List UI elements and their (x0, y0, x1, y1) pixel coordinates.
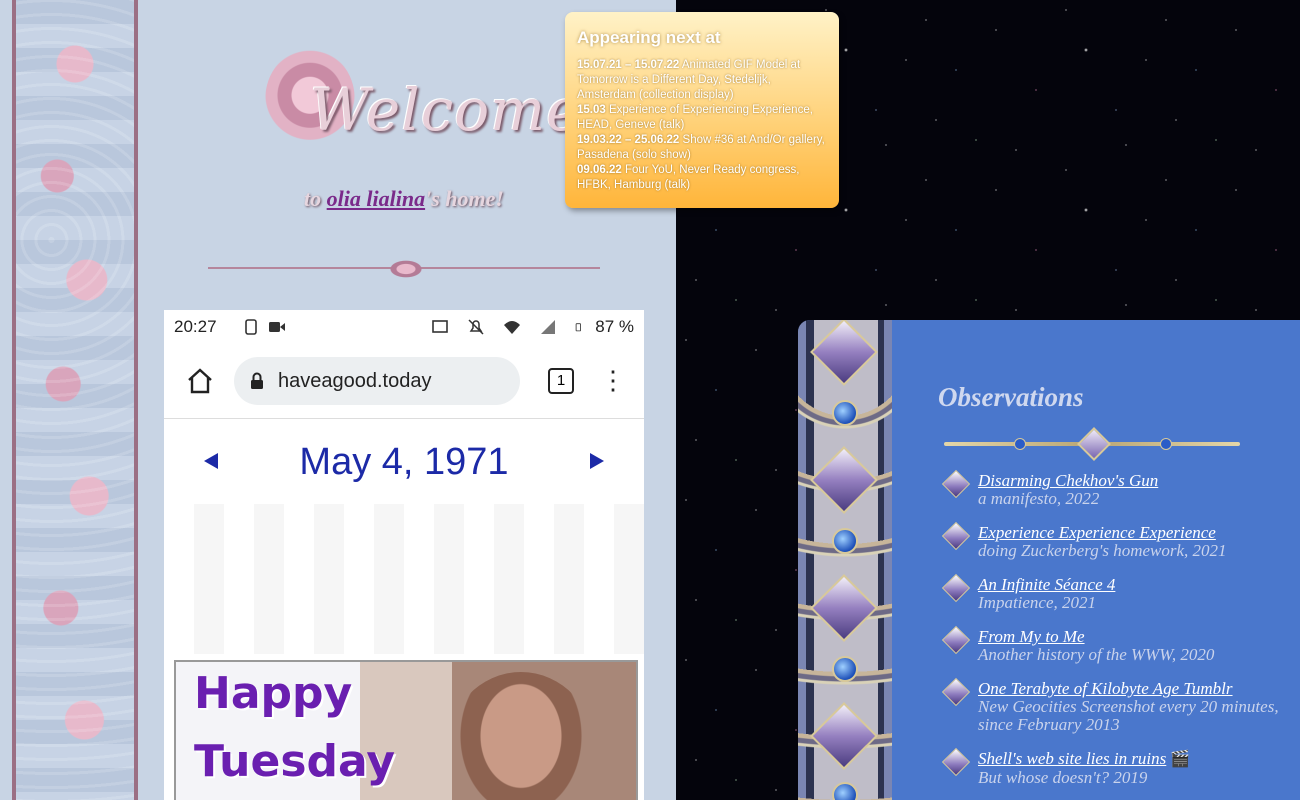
date-text: May 4, 1971 (299, 440, 509, 483)
battery-icon (575, 323, 582, 332)
date-navigator: May 4, 1971 (164, 419, 644, 505)
list-item: An Infinite Séance 4 Impatience, 2021 (941, 573, 1300, 612)
observation-subtitle: doing Zuckerberg's homework, 2021 (978, 541, 1227, 560)
tabs-count-button[interactable]: 1 (548, 368, 574, 394)
greeting-gif: Happy Tuesday (174, 660, 638, 800)
next-arrow-icon[interactable] (590, 453, 604, 469)
video-icon (269, 322, 285, 332)
rose-divider (208, 252, 600, 288)
jewel-icon (1077, 427, 1111, 461)
list-item: Disarming Chekhov's Gun a manifesto, 202… (941, 469, 1300, 508)
list-item: From My to Me Another history of the WWW… (941, 625, 1300, 664)
status-time: 20:27 (174, 317, 217, 336)
browser-toolbar: haveagood.today 1 ⋮ (164, 344, 644, 419)
welcome-graphic: Welcome (255, 38, 580, 168)
event-item: 19.03.22 – 25.06.22 Show #36 at And/Or g… (577, 133, 827, 163)
sapphire-icon (832, 528, 858, 554)
jewel-bullet-icon (941, 469, 971, 499)
wifi-icon (504, 321, 521, 334)
olia-lialina-link[interactable]: olia lialina (327, 186, 425, 211)
appearing-next-box: Appearing next at 15.07.21 – 15.07.22 An… (565, 12, 839, 208)
observation-link[interactable]: Shell's web site lies in ruins (978, 749, 1166, 768)
floral-border-decoration (12, 0, 138, 800)
rose-icon (378, 254, 434, 284)
observation-link[interactable]: From My to Me (978, 627, 1085, 646)
jewel-icon (810, 574, 878, 642)
jewel-bullet-icon (941, 521, 971, 551)
phone-icon (245, 319, 257, 335)
event-date: 09.06.22 (577, 164, 622, 176)
phone-screenshot[interactable]: 20:27 87 % haveagood.today 1 ⋮ May 4, 19… (164, 310, 644, 800)
observation-subtitle: a manifesto, 2022 (978, 489, 1100, 508)
gif-line-2: Tuesday (194, 736, 396, 787)
jewel-divider (944, 427, 1240, 461)
sapphire-icon (832, 782, 858, 800)
cast-icon (432, 320, 449, 333)
prev-arrow-icon[interactable] (204, 453, 218, 469)
observation-link[interactable]: One Terabyte of Kilobyte Age Tumblr (978, 679, 1233, 698)
observation-link[interactable]: Disarming Chekhov's Gun (978, 471, 1158, 490)
event-date: 15.07.21 – 15.07.22 (577, 59, 680, 71)
event-date: 19.03.22 – 25.06.22 (577, 134, 680, 146)
sapphire-icon (832, 656, 858, 682)
jewel-icon (810, 702, 878, 770)
sapphire-icon (832, 400, 858, 426)
url-bar[interactable]: haveagood.today (234, 357, 520, 405)
url-text: haveagood.today (278, 369, 432, 392)
home-icon[interactable] (184, 365, 216, 397)
welcome-text: Welcome (310, 76, 582, 144)
kebab-menu-icon[interactable]: ⋮ (600, 368, 626, 394)
mute-bell-icon (468, 319, 484, 335)
jewel-icon (810, 320, 878, 386)
greeting-prefix: to (304, 186, 327, 211)
jewel-bullet-icon (941, 625, 971, 655)
event-item: 15.07.21 – 15.07.22 Animated GIF Model a… (577, 58, 827, 103)
signal-icon (541, 320, 556, 334)
jewel-bullet-icon (941, 573, 971, 603)
event-item: 15.03 Experience of Experiencing Experie… (577, 103, 827, 133)
lock-icon (251, 372, 263, 389)
observations-list: Disarming Chekhov's Gun a manifesto, 202… (941, 469, 1300, 800)
observation-subtitle: But whose doesn't? 2019 (978, 768, 1148, 787)
battery-level: 87 % (595, 317, 634, 336)
face-image (446, 672, 596, 800)
jewel-border-decoration (798, 320, 892, 800)
faded-image-area (164, 504, 644, 654)
gif-line-1: Happy (194, 668, 353, 719)
status-bar: 20:27 87 % (164, 310, 644, 344)
greeting-suffix: 's home! (425, 186, 504, 211)
list-item: One Terabyte of Kilobyte Age Tumblr New … (941, 677, 1300, 734)
observations-panel: Observations Disarming Chekhov's Gun a m… (798, 320, 1300, 800)
list-item: Shell's web site lies in ruins 🎬 But whos… (941, 747, 1300, 787)
jewel-bullet-icon (941, 677, 971, 707)
observations-title: Observations (938, 382, 1084, 412)
jewel-bullet-icon (941, 747, 971, 777)
status-right: 87 % (423, 317, 634, 337)
observation-link[interactable]: An Infinite Séance 4 (978, 575, 1115, 594)
appearing-next-title: Appearing next at (577, 28, 721, 47)
observation-subtitle: New Geocities Screenshot every 20 minute… (978, 697, 1279, 734)
jewel-icon (810, 446, 878, 514)
event-item: 09.06.22 Four YoU, Never Ready congress,… (577, 163, 827, 193)
list-item: Experience Experience Experience doing Z… (941, 521, 1300, 560)
observation-subtitle: Another history of the WWW, 2020 (978, 645, 1215, 664)
event-text: Experience of Experiencing Experience, H… (577, 104, 813, 131)
clapperboard-icon: 🎬 (1170, 751, 1191, 768)
event-date: 15.03 (577, 104, 606, 116)
observation-link[interactable]: Experience Experience Experience (978, 523, 1216, 542)
observation-subtitle: Impatience, 2021 (978, 593, 1097, 612)
